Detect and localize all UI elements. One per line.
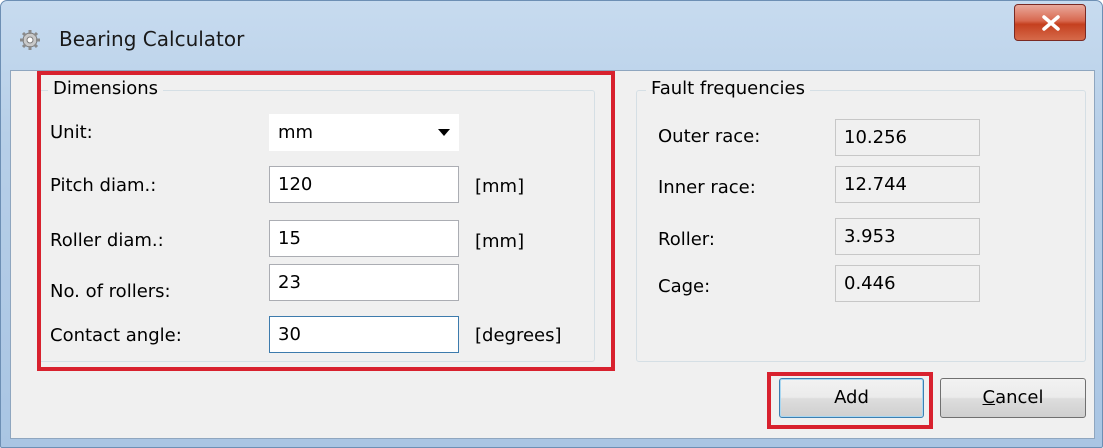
dimensions-highlight-box — [37, 71, 615, 371]
inner-race-value[interactable]: 12.744 — [835, 166, 980, 203]
outer-race-value[interactable]: 10.256 — [835, 119, 980, 156]
roller-label: Roller: — [658, 229, 715, 250]
cancel-label: ancel — [995, 387, 1044, 408]
fault-frequencies-group-legend: Fault frequencies — [646, 78, 811, 99]
window-title: Bearing Calculator — [59, 27, 245, 51]
bearing-calculator-window: Bearing Calculator Dimensions Unit: mm P… — [0, 0, 1103, 448]
cage-value[interactable]: 0.446 — [835, 265, 980, 302]
cage-label: Cage: — [658, 276, 711, 297]
add-button-highlight-box — [767, 372, 933, 429]
close-icon — [1042, 15, 1060, 31]
close-button[interactable] — [1014, 4, 1086, 41]
cancel-button[interactable]: Cancel — [940, 378, 1086, 418]
cancel-mnemonic: C — [982, 387, 996, 408]
gear-icon — [19, 29, 41, 51]
title-bar[interactable]: Bearing Calculator — [1, 1, 1102, 71]
roller-value[interactable]: 3.953 — [835, 218, 980, 255]
outer-race-label: Outer race: — [658, 126, 761, 147]
inner-race-label: Inner race: — [658, 177, 756, 198]
